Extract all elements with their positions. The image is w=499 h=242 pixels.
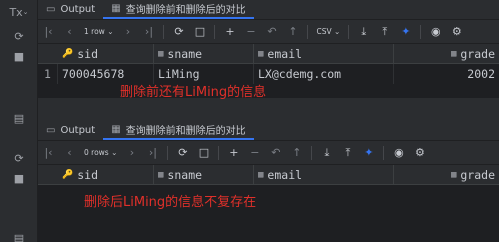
annotation-after: 删除后LiMing的信息不复存在 <box>84 195 257 210</box>
prev-page-icon[interactable]: ‹ <box>59 146 80 159</box>
output-icon: ▭ <box>46 124 56 136</box>
rerun-icon[interactable]: ⟳ <box>0 26 38 46</box>
result-panel-after: ▭ Output ▦ 查询删除前和删除后的对比 |‹ ‹ 0 rows ⌄ › … <box>38 120 499 242</box>
column-header-grade[interactable]: ▦ grade <box>394 165 499 184</box>
settings-icon[interactable]: ⚙ <box>446 25 467 38</box>
cell-grade[interactable]: 2002 <box>394 64 499 84</box>
cell-email[interactable]: LX@cdemg.com <box>254 64 394 84</box>
primary-key-icon: 🔑 <box>62 48 74 59</box>
column-header-sname[interactable]: ▦ sname <box>154 44 254 63</box>
last-page-icon[interactable]: ›| <box>138 25 159 38</box>
rerun-icon-2[interactable]: ⟳ <box>0 148 38 168</box>
revert-icon[interactable]: ↶ <box>261 25 282 38</box>
result-grid: 🔑 sid ▦ sname ▦ email ▦ grade 删除后LiMing的… <box>38 165 499 242</box>
result-toolbar: |‹ ‹ 1 row ⌄ › ›| ⟳ □ + − ↶ ↑ CSV ⌄ ⤓ ⤒ … <box>38 20 499 44</box>
grid-header: 🔑 sid ▦ sname ▦ email ▦ grade <box>38 44 499 64</box>
row-number: 1 <box>38 64 58 84</box>
next-page-icon[interactable]: › <box>121 146 142 159</box>
layout-icon[interactable]: ▤ <box>0 108 38 128</box>
tab-result[interactable]: ▦ 查询删除前和删除后的对比 <box>103 120 254 140</box>
tab-bar: ▭ Output ▦ 查询删除前和删除后的对比 <box>38 0 499 20</box>
column-icon: ▦ <box>450 169 457 180</box>
stop-query-icon[interactable]: □ <box>189 25 210 38</box>
refresh-icon[interactable]: ⟳ <box>172 146 193 159</box>
stop-icon-2[interactable]: ■ <box>0 168 38 188</box>
result-panel-before: ▭ Output ▦ 查询删除前和删除后的对比 |‹ ‹ 1 row ⌄ › ›… <box>38 0 499 100</box>
tab-output[interactable]: ▭ Output <box>38 120 103 140</box>
stop-query-icon[interactable]: □ <box>193 146 214 159</box>
result-toolbar: |‹ ‹ 0 rows ⌄ › ›| ⟳ □ + − ↶ ↑ ⤓ ⤒ ✦ ◉ ⚙ <box>38 141 499 165</box>
transaction-mode-button[interactable]: Tx ⌄ <box>0 2 38 22</box>
row-count[interactable]: 1 row ⌄ <box>80 27 117 36</box>
submit-icon[interactable]: ↑ <box>282 25 303 38</box>
column-icon: ▦ <box>258 48 264 59</box>
first-page-icon[interactable]: |‹ <box>38 146 59 159</box>
next-page-icon[interactable]: › <box>117 25 138 38</box>
prev-page-icon[interactable]: ‹ <box>59 25 80 38</box>
column-header-email[interactable]: ▦ email <box>254 165 394 184</box>
column-icon: ▦ <box>158 48 164 59</box>
settings-icon[interactable]: ⚙ <box>409 146 430 159</box>
result-grid: 🔑 sid ▦ sname ▦ email ▦ grade 1 70004567… <box>38 44 499 100</box>
upload-icon[interactable]: ⤒ <box>374 25 395 39</box>
tab-result[interactable]: ▦ 查询删除前和删除后的对比 <box>103 0 254 19</box>
upload-icon[interactable]: ⤒ <box>337 146 358 160</box>
grid-header: 🔑 sid ▦ sname ▦ email ▦ grade <box>38 165 499 185</box>
row-count[interactable]: 0 rows ⌄ <box>80 148 121 157</box>
column-header-sid[interactable]: 🔑 sid <box>58 44 154 63</box>
column-icon: ▦ <box>258 169 264 180</box>
tab-bar: ▭ Output ▦ 查询删除前和删除后的对比 <box>38 120 499 141</box>
view-icon[interactable]: ◉ <box>388 146 409 159</box>
column-header-sname[interactable]: ▦ sname <box>154 165 254 184</box>
revert-icon[interactable]: ↶ <box>265 146 286 159</box>
submit-icon[interactable]: ↑ <box>286 146 307 159</box>
delete-row-icon[interactable]: − <box>244 146 265 159</box>
column-icon: ▦ <box>450 48 457 59</box>
add-row-icon[interactable]: + <box>219 25 240 38</box>
column-icon: ▦ <box>158 169 164 180</box>
layout-icon-2[interactable]: ▤ <box>0 228 38 242</box>
table-row[interactable]: 1 700045678 LiMing LX@cdemg.com 2002 <box>38 64 499 84</box>
view-icon[interactable]: ◉ <box>425 25 446 38</box>
column-header-sid[interactable]: 🔑 sid <box>58 165 154 184</box>
table-icon: ▦ <box>111 123 121 135</box>
column-header-email[interactable]: ▦ email <box>254 44 394 63</box>
delete-row-icon[interactable]: − <box>240 25 261 38</box>
format-select[interactable]: CSV ⌄ <box>312 27 344 36</box>
annotation-before: 删除前还有LiMing的信息 <box>120 85 267 100</box>
table-icon: ▦ <box>111 2 121 14</box>
output-icon: ▭ <box>46 3 56 15</box>
refresh-icon[interactable]: ⟳ <box>168 25 189 38</box>
column-header-grade[interactable]: ▦ grade <box>394 44 499 63</box>
primary-key-icon: 🔑 <box>62 169 74 180</box>
last-page-icon[interactable]: ›| <box>142 146 163 159</box>
add-row-icon[interactable]: + <box>223 146 244 159</box>
pin-icon[interactable]: ✦ <box>358 146 379 159</box>
first-page-icon[interactable]: |‹ <box>38 25 59 38</box>
stop-icon[interactable]: ■ <box>0 46 38 66</box>
download-icon[interactable]: ⤓ <box>316 146 337 160</box>
download-icon[interactable]: ⤓ <box>353 25 374 39</box>
pin-icon[interactable]: ✦ <box>395 25 416 38</box>
tab-output[interactable]: ▭ Output <box>38 0 103 19</box>
left-tool-strip: Tx ⌄ ⟳ ■ ▤ ⟳ ■ ▤ <box>0 0 38 242</box>
